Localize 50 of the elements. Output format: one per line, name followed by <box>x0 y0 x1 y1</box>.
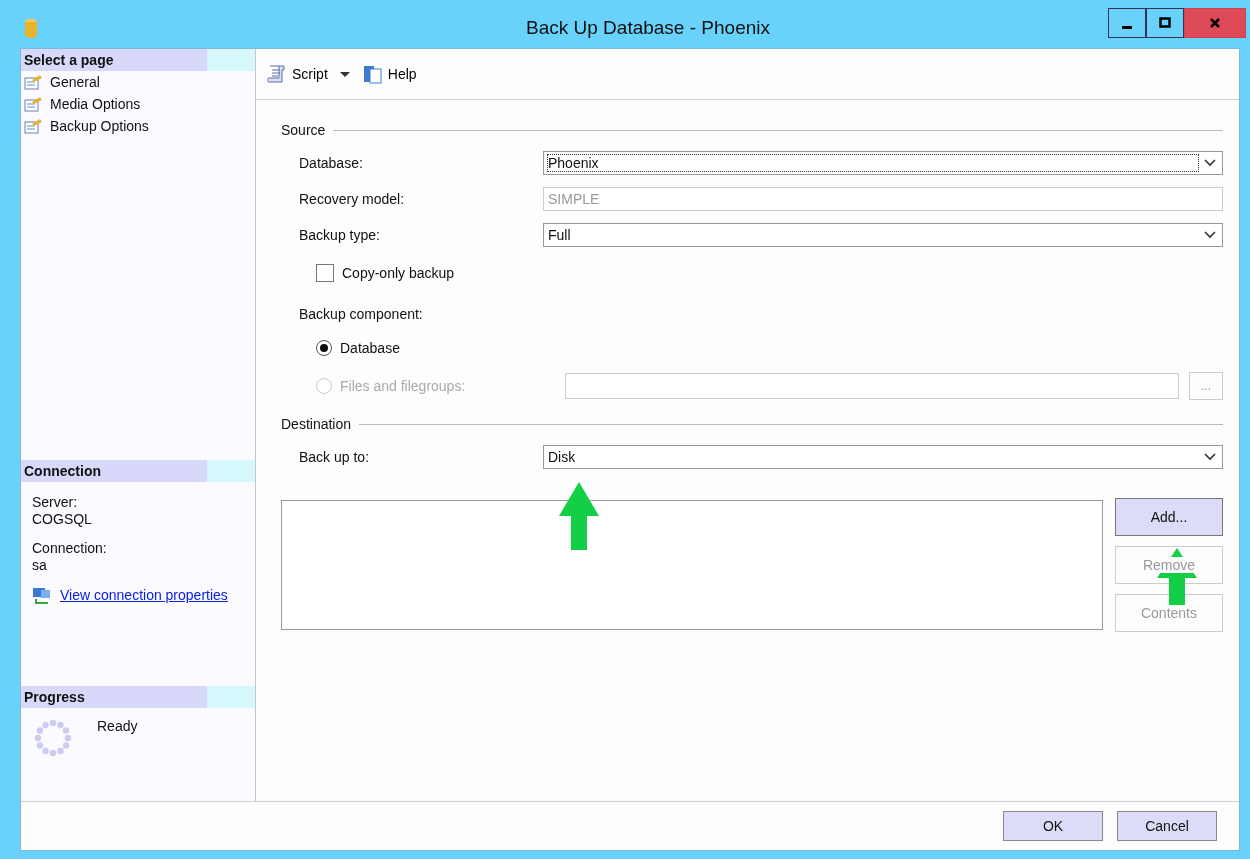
destination-button[interactable]: Add... <box>1115 498 1223 536</box>
field-value: COGSQL <box>32 511 93 528</box>
field-label: Backup component: <box>299 306 424 322</box>
close-icon <box>1208 16 1222 30</box>
cancel-button[interactable]: Cancel <box>1117 811 1217 841</box>
section-heading: Connection <box>24 463 101 479</box>
copy-only-checkbox[interactable]: Copy-only backup <box>316 262 455 284</box>
dropdown[interactable]: Phoenix <box>543 151 1223 175</box>
text-field[interactable] <box>565 373 1179 399</box>
field-label: Backup type: <box>298 227 381 243</box>
up-arrow <box>559 482 599 550</box>
radio-button[interactable]: Database <box>316 340 565 356</box>
book-icon <box>361 64 384 84</box>
help-button[interactable]: Help <box>359 62 419 86</box>
minimize-button[interactable] <box>1108 8 1146 38</box>
page-item[interactable]: Backup Options <box>21 115 255 137</box>
dropdown[interactable]: Disk <box>543 445 1223 469</box>
field-label: Connection: <box>32 540 108 557</box>
caret-icon <box>339 70 350 78</box>
field-label: Recovery model: <box>298 191 406 207</box>
group-heading: Source <box>281 122 326 138</box>
page-icon <box>24 74 44 90</box>
script-button[interactable]: Script <box>264 62 352 86</box>
page-icon <box>24 118 44 134</box>
field-label: Back up to: <box>298 449 371 465</box>
chevron-down-icon <box>1204 453 1216 461</box>
window-title: Back Up Database - Phoenix <box>525 17 771 39</box>
field-value: sa <box>32 557 48 574</box>
page-item[interactable]: Media Options <box>21 93 255 115</box>
page-icon <box>24 96 44 112</box>
maximize-button[interactable] <box>1146 8 1184 38</box>
minimize-icon <box>1122 25 1132 29</box>
scroll-icon <box>266 64 288 84</box>
field-label: Database: <box>298 155 364 171</box>
progress-status: Ready <box>97 718 138 734</box>
page-item[interactable]: General <box>21 71 255 93</box>
spinner-icon <box>33 718 73 758</box>
database-icon <box>24 18 38 38</box>
connection-properties-link[interactable]: View connection properties <box>60 587 228 603</box>
ok-button[interactable]: OK <box>1003 811 1103 841</box>
section-heading: Progress <box>24 689 85 705</box>
field-label: Server: <box>32 494 79 511</box>
section-heading: Select a page <box>24 52 114 68</box>
dropdown[interactable]: Full <box>543 223 1223 247</box>
group-heading: Destination <box>281 416 352 432</box>
computer-icon <box>32 586 52 604</box>
chevron-down-icon <box>1204 231 1216 239</box>
close-button[interactable] <box>1184 8 1246 38</box>
chevron-down-icon <box>1204 159 1216 167</box>
maximize-icon <box>1158 16 1172 30</box>
